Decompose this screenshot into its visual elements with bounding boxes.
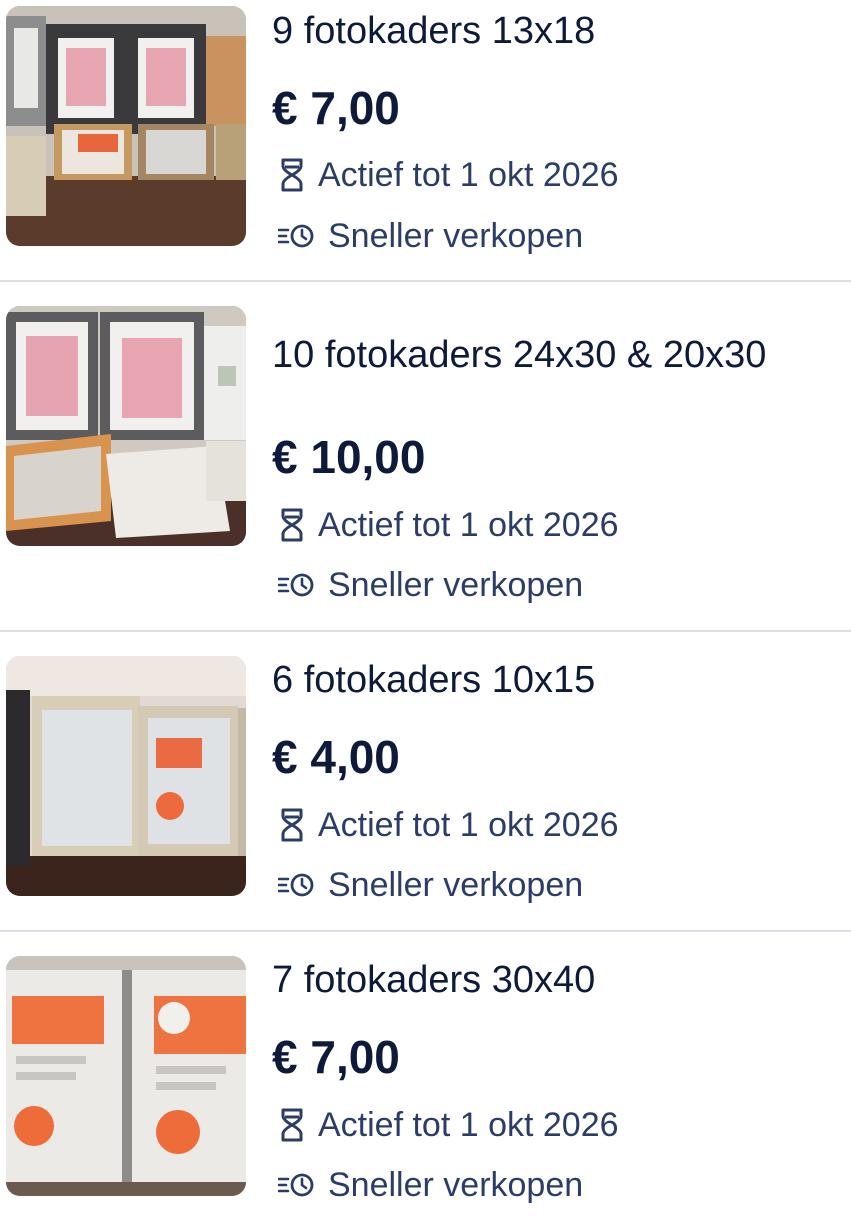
listing-item[interactable]: 9 fotokaders 13x18 € 7,00 Actief tot 1 o… — [0, 0, 851, 280]
listing-status: Actief tot 1 okt 2026 — [278, 1105, 619, 1145]
listing-price: € 7,00 — [272, 82, 400, 134]
listing-thumbnail[interactable] — [6, 306, 246, 546]
photo-frames-image — [6, 306, 246, 546]
status-text: Actief tot 1 okt 2026 — [318, 156, 619, 194]
listing-item[interactable]: 10 fotokaders 24x30 & 20x30 € 10,00 Acti… — [0, 300, 851, 604]
listing-item[interactable]: 7 fotokaders 30x40 € 7,00 Actief tot 1 o… — [0, 950, 851, 1230]
status-text: Actief tot 1 okt 2026 — [318, 506, 619, 544]
listing-status: Actief tot 1 okt 2026 — [278, 805, 619, 845]
divider — [0, 630, 851, 632]
divider — [0, 280, 851, 282]
listing-price: € 4,00 — [272, 731, 400, 783]
hourglass-icon — [278, 807, 306, 843]
listing-title[interactable]: 7 fotokaders 30x40 — [272, 958, 595, 1002]
listing-status: Actief tot 1 okt 2026 — [278, 155, 619, 195]
listing-title[interactable]: 9 fotokaders 13x18 — [272, 9, 595, 53]
sell-faster-label[interactable]: Sneller verkopen — [328, 865, 583, 905]
divider — [0, 930, 851, 932]
speed-clock-icon — [278, 871, 316, 899]
status-text: Actief tot 1 okt 2026 — [318, 806, 619, 844]
hourglass-icon — [278, 507, 306, 543]
sell-faster-link[interactable]: Sneller verkopen — [278, 216, 583, 256]
listing-status: Actief tot 1 okt 2026 — [278, 505, 619, 545]
sell-faster-label[interactable]: Sneller verkopen — [328, 1165, 583, 1205]
listing-price: € 10,00 — [272, 431, 426, 483]
photo-frames-image — [6, 656, 246, 896]
listing-title[interactable]: 6 fotokaders 10x15 — [272, 658, 595, 702]
sell-faster-link[interactable]: Sneller verkopen — [278, 1165, 583, 1205]
photo-frames-image — [6, 6, 246, 246]
hourglass-icon — [278, 1107, 306, 1143]
sell-faster-label[interactable]: Sneller verkopen — [328, 565, 583, 605]
photo-frames-image — [6, 956, 246, 1196]
listing-title[interactable]: 10 fotokaders 24x30 & 20x30 — [272, 333, 766, 377]
sell-faster-link[interactable]: Sneller verkopen — [278, 565, 583, 605]
status-text: Actief tot 1 okt 2026 — [318, 1106, 619, 1144]
sell-faster-label[interactable]: Sneller verkopen — [328, 216, 583, 256]
listing-thumbnail[interactable] — [6, 656, 246, 896]
speed-clock-icon — [278, 1171, 316, 1199]
hourglass-icon — [278, 157, 306, 193]
listing-thumbnail[interactable] — [6, 956, 246, 1196]
listing-item[interactable]: 6 fotokaders 10x15 € 4,00 Actief tot 1 o… — [0, 650, 851, 930]
speed-clock-icon — [278, 571, 316, 599]
listing-price: € 7,00 — [272, 1031, 400, 1083]
listing-thumbnail[interactable] — [6, 6, 246, 246]
speed-clock-icon — [278, 222, 316, 250]
sell-faster-link[interactable]: Sneller verkopen — [278, 865, 583, 905]
